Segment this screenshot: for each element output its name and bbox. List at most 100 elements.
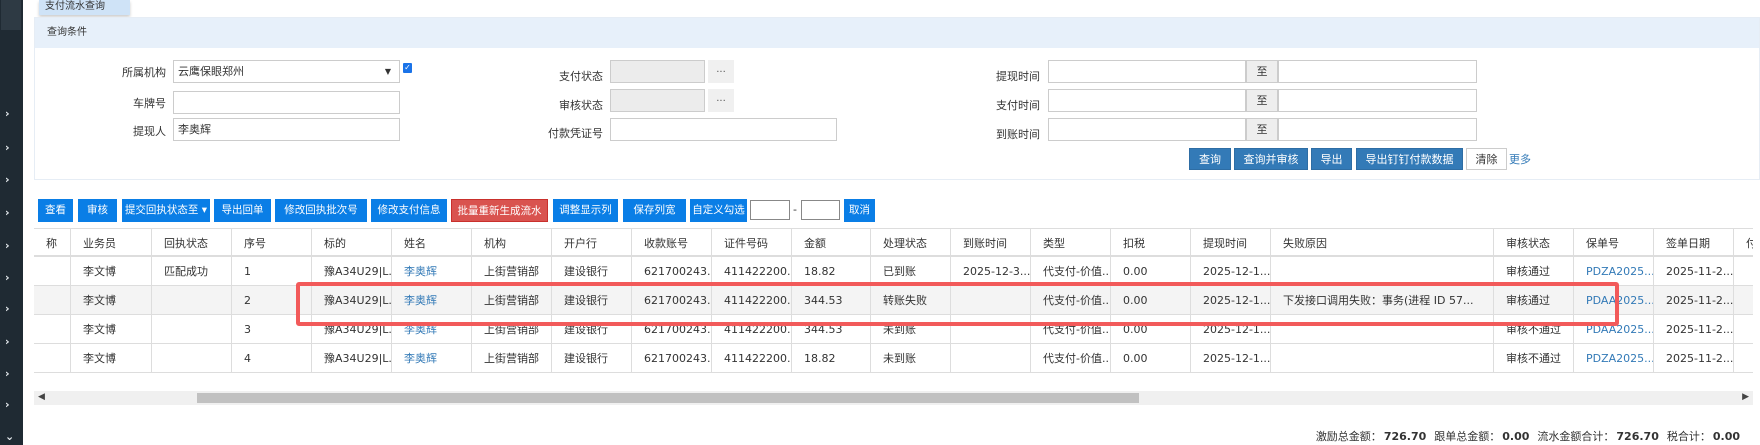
- follow-total: 0.00: [1502, 430, 1530, 443]
- table-cell-link[interactable]: PDZA2025...: [1574, 257, 1654, 286]
- table-cell: 下发接口调用失败：事务(进程 ID 57...: [1271, 286, 1494, 315]
- table-cell: 2025-12-3...: [951, 257, 1031, 286]
- export-dingtalk-button[interactable]: 导出钉钉付款数据: [1356, 148, 1463, 170]
- tab-payment-flow-query[interactable]: 支付流水查询: [39, 0, 130, 15]
- table-cell-link[interactable]: 李奥辉: [392, 257, 472, 286]
- table-cell: 621700243...: [632, 257, 712, 286]
- pay-status-picker-button[interactable]: ...: [708, 60, 734, 83]
- table-cell: [34, 257, 71, 286]
- table-cell-link[interactable]: 李奥辉: [392, 315, 472, 344]
- table-cell: 2025-12-1...: [1191, 344, 1271, 373]
- range-start-input[interactable]: [750, 200, 790, 220]
- column-header[interactable]: 类型: [1031, 228, 1111, 257]
- edit-batch-button[interactable]: 修改回执批次号: [275, 199, 367, 222]
- include-sub-checkbox[interactable]: ✓: [403, 63, 412, 73]
- column-header[interactable]: 签单日期: [1654, 228, 1734, 257]
- plate-input[interactable]: [173, 91, 400, 114]
- export-button[interactable]: 导出: [1311, 148, 1352, 170]
- column-header[interactable]: 处理状态: [871, 228, 951, 257]
- arrive-time-to: 至: [1246, 118, 1278, 141]
- table-cell: 0.00: [1111, 344, 1191, 373]
- scroll-left-icon[interactable]: ◀: [38, 392, 45, 402]
- column-header[interactable]: 序号: [232, 228, 312, 257]
- incentive-label: 激励总金额：: [1315, 430, 1382, 443]
- clear-button[interactable]: 清除: [1466, 148, 1507, 170]
- search-audit-button[interactable]: 查询并审核: [1234, 148, 1308, 170]
- chevron-down-icon[interactable]: ⌄: [5, 430, 14, 443]
- audit-status-label: 审核状态: [559, 99, 603, 112]
- more-link[interactable]: 更多: [1509, 151, 1531, 167]
- withdraw-time-end[interactable]: [1278, 60, 1477, 83]
- audit-button[interactable]: 审核: [78, 199, 117, 222]
- view-button[interactable]: 查看: [38, 199, 73, 222]
- chevron-right-icon[interactable]: ›: [5, 398, 10, 411]
- custom-select-button[interactable]: 自定义勾选: [690, 199, 747, 222]
- chevron-right-icon[interactable]: ›: [5, 173, 10, 186]
- regenerate-flow-button[interactable]: 批量重新生成流水: [451, 199, 548, 222]
- pay-status-input[interactable]: [610, 60, 705, 83]
- submit-status-dropdown[interactable]: 提交回执状态至 ▾: [122, 199, 210, 222]
- chevron-right-icon[interactable]: ›: [5, 206, 10, 219]
- column-header[interactable]: 机构: [472, 228, 552, 257]
- column-header[interactable]: 称: [34, 228, 71, 257]
- table-cell: [1734, 286, 1753, 315]
- table-cell: [1271, 315, 1494, 344]
- table-cell: 已到账: [871, 257, 951, 286]
- chevron-right-icon[interactable]: ›: [5, 141, 10, 154]
- cancel-button[interactable]: 取消: [844, 199, 875, 222]
- audit-status-input[interactable]: [610, 89, 705, 112]
- column-header[interactable]: 标的: [312, 228, 392, 257]
- column-header[interactable]: 扣税: [1111, 228, 1191, 257]
- save-width-button[interactable]: 保存列宽: [623, 199, 686, 222]
- chevron-down-icon: ▼: [384, 67, 391, 76]
- chevron-right-icon[interactable]: ›: [5, 335, 10, 348]
- chevron-right-icon[interactable]: ›: [5, 239, 10, 252]
- column-header[interactable]: 收款账号: [632, 228, 712, 257]
- column-header[interactable]: 金额: [792, 228, 871, 257]
- column-header[interactable]: 回执状态: [152, 228, 232, 257]
- tax-label: 税合计：: [1666, 430, 1711, 443]
- column-header[interactable]: 开户行: [552, 228, 632, 257]
- withdrawer-input[interactable]: 李奥辉: [173, 118, 400, 141]
- sidebar-top-item[interactable]: [1, 0, 21, 30]
- table-cell-link[interactable]: 李奥辉: [392, 344, 472, 373]
- scrollbar-thumb[interactable]: [197, 393, 1139, 403]
- org-select[interactable]: 云鹰保眼郑州 ▼: [173, 60, 400, 83]
- column-header[interactable]: 到账时间: [951, 228, 1031, 257]
- column-header[interactable]: 审核状态: [1494, 228, 1574, 257]
- search-button[interactable]: 查询: [1189, 148, 1231, 170]
- pay-time-end[interactable]: [1278, 89, 1477, 112]
- table-cell-link[interactable]: PDAA2025...: [1574, 286, 1654, 315]
- table-cell-link[interactable]: PDAA2025...: [1574, 315, 1654, 344]
- scroll-right-icon[interactable]: ▶: [1742, 392, 1749, 402]
- adjust-columns-button[interactable]: 调整显示列: [553, 199, 618, 222]
- table-cell-link[interactable]: PDZA2025...: [1574, 344, 1654, 373]
- table-cell: 3: [232, 315, 312, 344]
- audit-status-picker-button[interactable]: ...: [708, 89, 734, 112]
- chevron-right-icon[interactable]: ›: [5, 367, 10, 380]
- table-cell: [1734, 257, 1753, 286]
- voucher-input[interactable]: [610, 118, 837, 141]
- column-header[interactable]: 证件号码: [712, 228, 792, 257]
- table-cell: [152, 286, 232, 315]
- chevron-right-icon[interactable]: ›: [5, 271, 10, 284]
- tax-total: 0.00: [1712, 430, 1740, 443]
- column-header[interactable]: 失败原因: [1271, 228, 1494, 257]
- horizontal-scrollbar[interactable]: ◀ ▶: [34, 391, 1753, 405]
- column-header[interactable]: 保单号: [1574, 228, 1654, 257]
- range-end-input[interactable]: [801, 200, 840, 220]
- incentive-total: 726.70: [1383, 430, 1427, 443]
- column-header[interactable]: 姓名: [392, 228, 472, 257]
- table-cell-link[interactable]: 李奥辉: [392, 286, 472, 315]
- column-header[interactable]: 提现时间: [1191, 228, 1271, 257]
- chevron-right-icon[interactable]: ›: [5, 107, 10, 120]
- chevron-right-icon[interactable]: ›: [5, 302, 10, 315]
- column-header[interactable]: 付: [1734, 228, 1753, 257]
- arrive-time-end[interactable]: [1278, 118, 1477, 141]
- pay-time-start[interactable]: [1048, 89, 1246, 112]
- edit-pay-info-button[interactable]: 修改支付信息: [371, 199, 447, 222]
- arrive-time-start[interactable]: [1048, 118, 1246, 141]
- export-receipt-button[interactable]: 导出回单: [214, 199, 271, 222]
- withdraw-time-start[interactable]: [1048, 60, 1246, 83]
- column-header[interactable]: 业务员: [71, 228, 152, 257]
